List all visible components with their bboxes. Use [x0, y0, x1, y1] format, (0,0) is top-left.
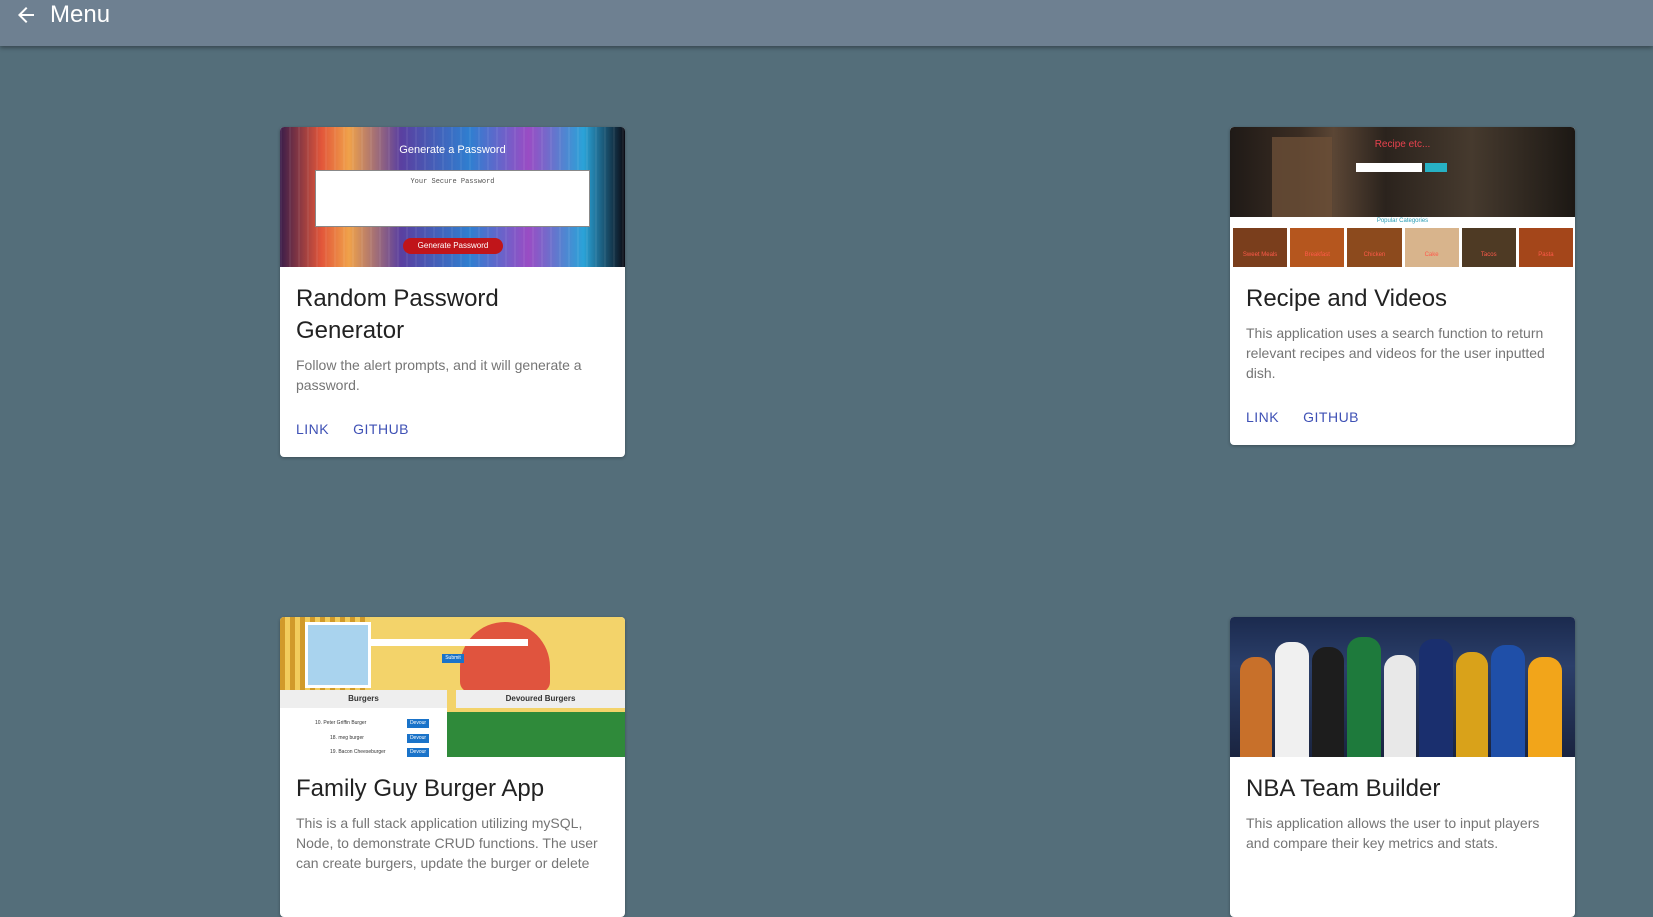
preview-search-button: [1425, 163, 1447, 172]
project-card-password: Generate a Password Your Secure Password…: [280, 127, 625, 457]
card-image-burger: Submit Burgers Devoured Burgers 10. Pete…: [280, 617, 625, 757]
card-description: This application uses a search function …: [1246, 325, 1545, 381]
preview-devour-button: Devour: [407, 748, 429, 757]
card-description: This is a full stack application utilizi…: [296, 815, 598, 871]
preview-subheading: Popular Categories: [1376, 218, 1429, 224]
card-image-password: Generate a Password Your Secure Password…: [280, 127, 625, 267]
preview-devour-button: Devour: [407, 719, 429, 728]
preview-category: Chicken: [1347, 228, 1402, 267]
preview-item: 18. meg burger: [330, 735, 364, 741]
link-button[interactable]: LINK: [288, 415, 337, 443]
preview-category: Breakfast: [1290, 228, 1345, 267]
project-card-recipe: Recipe etc... Popular Categories Sweet M…: [1230, 127, 1575, 445]
card-description: Follow the alert prompts, and it will ge…: [296, 357, 582, 393]
preview-item: 19. Bacon Cheeseburger: [330, 749, 386, 755]
preview-category: Sweet Meals: [1233, 228, 1288, 267]
preview-placeholder: Your Secure Password: [410, 178, 495, 186]
link-button[interactable]: LINK: [1238, 403, 1287, 431]
preview-generate-button: Generate Password: [403, 238, 503, 254]
preview-input: [368, 639, 528, 646]
back-button[interactable]: [14, 3, 38, 27]
card-title: Recipe and Videos: [1246, 285, 1448, 312]
preview-submit: Submit: [442, 654, 464, 663]
arrow-left-icon: [18, 7, 34, 23]
preview-col-burgers: Burgers: [280, 690, 447, 708]
card-title: Family Guy Burger App: [296, 775, 545, 802]
card-image-recipe: Recipe etc... Popular Categories Sweet M…: [1230, 127, 1575, 267]
preview-item: 10. Peter Griffin Burger: [315, 720, 367, 726]
preview-category: Cake: [1404, 228, 1459, 267]
preview-heading: Generate a Password: [399, 144, 506, 156]
preview-devour-button: Devour: [407, 734, 429, 743]
page-title: Menu: [50, 1, 111, 28]
project-card-burger: Submit Burgers Devoured Burgers 10. Pete…: [280, 617, 625, 917]
card-image-nba: [1230, 617, 1575, 757]
preview-search-box: [1356, 163, 1422, 172]
preview-category: Tacos: [1461, 228, 1516, 267]
github-button[interactable]: GITHUB: [345, 415, 417, 443]
preview-heading: Recipe etc...: [1374, 139, 1431, 150]
preview-category: Pasta: [1518, 228, 1574, 267]
app-bar: Menu: [0, 0, 1653, 46]
card-title: NBA Team Builder: [1246, 775, 1441, 802]
card-description: This application allows the user to inpu…: [1246, 815, 1540, 851]
github-button[interactable]: GITHUB: [1295, 403, 1367, 431]
card-title: Random Password Generator: [296, 285, 499, 344]
project-card-nba: NBA Team Builder This application allows…: [1230, 617, 1575, 917]
preview-password-box: Your Secure Password: [315, 170, 590, 227]
preview-col-devoured: Devoured Burgers: [456, 690, 625, 708]
